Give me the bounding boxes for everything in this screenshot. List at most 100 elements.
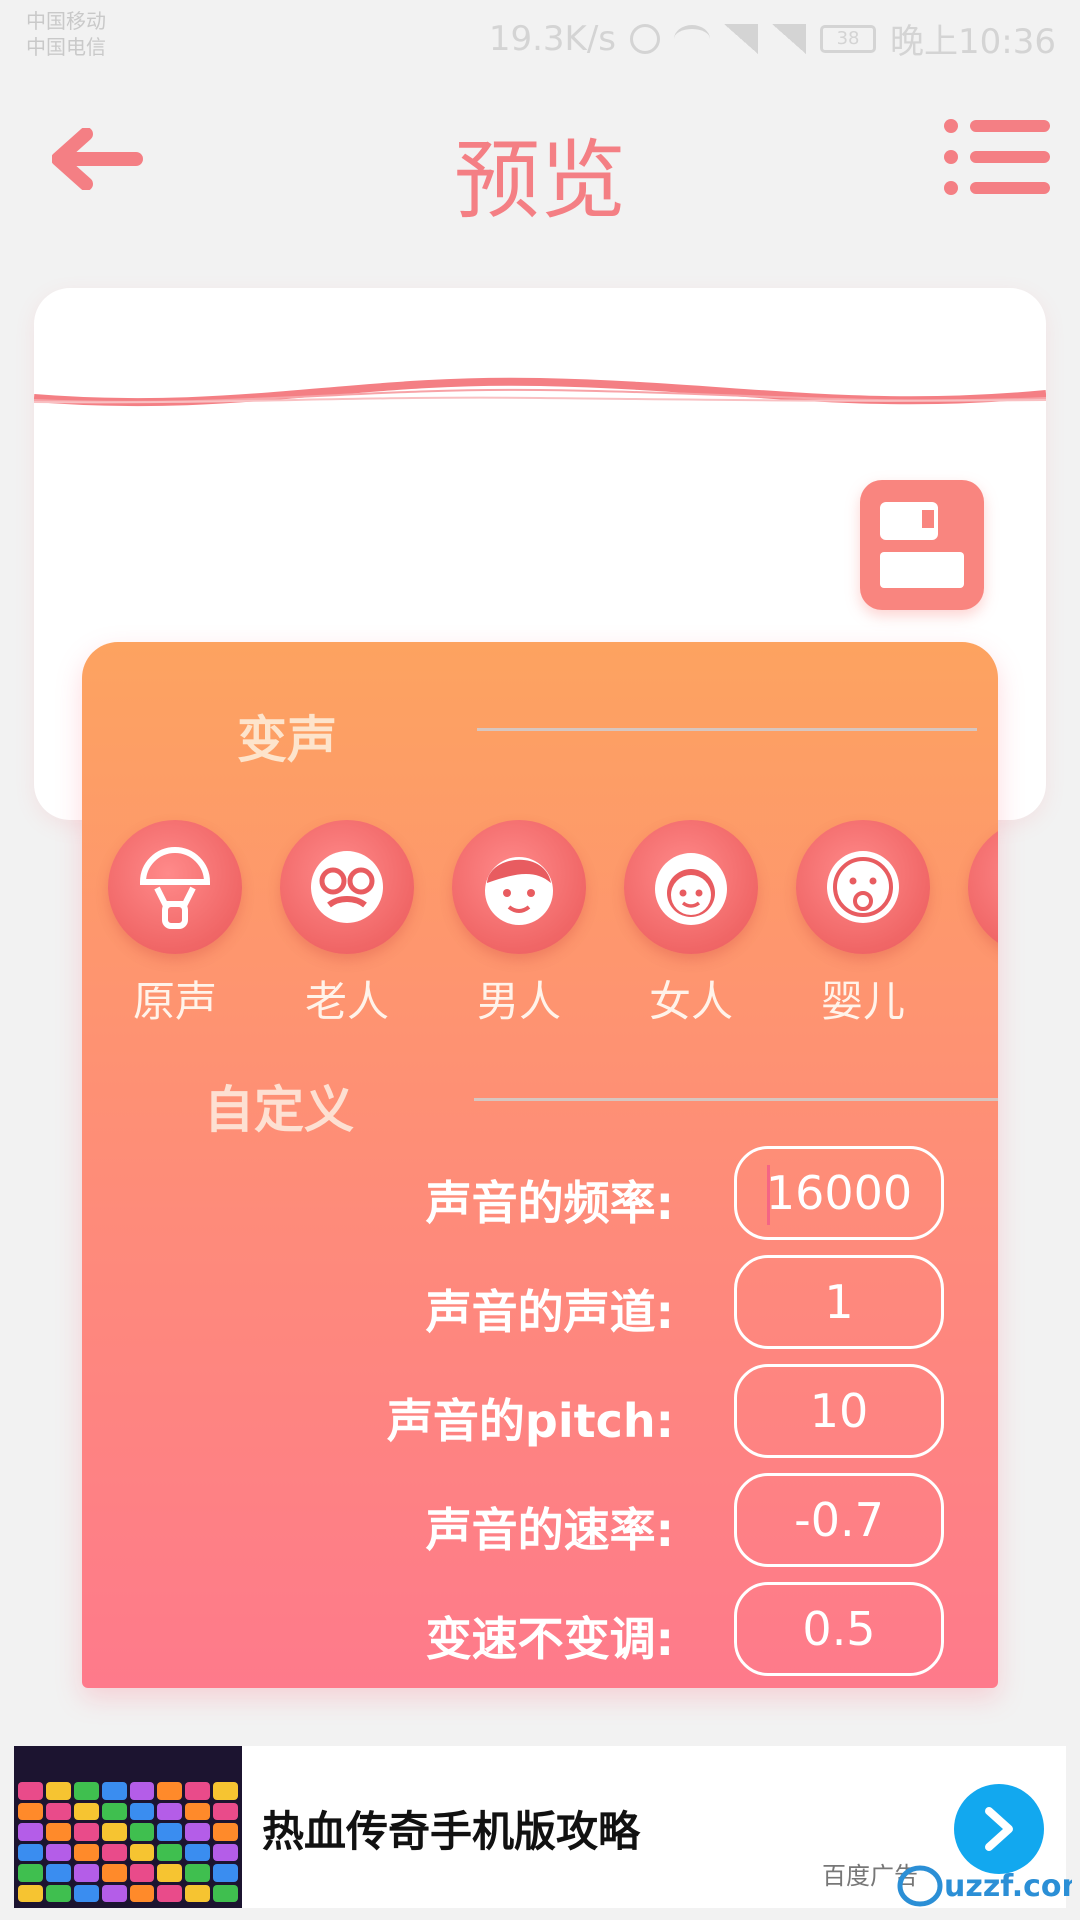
signal-icon-2 [772, 23, 807, 54]
svg-text:uzzf.com: uzzf.com [944, 1869, 1072, 1904]
ad-tile [129, 1884, 155, 1902]
ad-tile [129, 1782, 155, 1800]
ad-tile [18, 1884, 43, 1902]
battery-icon: 38 [820, 24, 877, 53]
man-icon [485, 857, 553, 925]
clock: 晚上10:36 [890, 22, 1056, 62]
ad-tile [45, 1802, 71, 1820]
pitch-value: 10 [809, 1384, 869, 1438]
voice-option-original[interactable]: 原声 [108, 820, 242, 1029]
page-title: 预览 [454, 131, 626, 231]
rate-input[interactable]: -0.7 [734, 1473, 944, 1567]
ad-tile [213, 1843, 238, 1861]
param-label-tempo: 变速不变调: [425, 1612, 674, 1666]
voice-label: 男人 [476, 977, 561, 1026]
text-caret [767, 1165, 770, 1225]
ad-tile [185, 1802, 211, 1820]
ad-tile [213, 1802, 238, 1820]
param-label-pitch: 声音的pitch: [386, 1394, 674, 1448]
voice-option-baby[interactable]: 婴儿 [796, 820, 930, 1029]
frequency-input[interactable]: 16000 [734, 1146, 944, 1240]
ad-tile [18, 1802, 43, 1820]
frequency-value: 16000 [765, 1166, 913, 1220]
voice-label: 原声 [132, 977, 217, 1026]
ad-tile [45, 1884, 71, 1902]
ad-tile [185, 1823, 211, 1841]
woman-icon [655, 853, 727, 925]
param-label-channel: 声音的声道: [425, 1285, 674, 1339]
voice-divider [477, 728, 977, 731]
ad-tile [101, 1864, 127, 1882]
ad-tile [101, 1782, 127, 1800]
ad-tile [129, 1843, 155, 1861]
custom-title: 自定义 [204, 1081, 354, 1139]
ad-tile [185, 1864, 211, 1882]
network-speed: 19.3K/s [488, 18, 617, 59]
ad-tile [45, 1823, 71, 1841]
ad-tile [213, 1823, 238, 1841]
baby-icon [827, 851, 899, 923]
ad-tile [45, 1782, 71, 1800]
ad-tile [185, 1843, 211, 1861]
param-label-rate: 声音的速率: [425, 1503, 674, 1557]
ad-tile [73, 1782, 99, 1800]
voice-change-title: 变声 [237, 711, 337, 769]
tempo-input[interactable]: 0.5 [734, 1582, 944, 1676]
microphone-icon [139, 847, 211, 929]
ad-tile [101, 1823, 127, 1841]
status-bar: 中国移动 中国电信 19.3K/s 38 晚上10:36 [0, 0, 1080, 70]
ad-tile [157, 1884, 183, 1902]
ad-tile [129, 1823, 155, 1841]
ad-tile [18, 1782, 43, 1800]
ad-tile [18, 1864, 43, 1882]
ad-tile [101, 1802, 127, 1820]
voice-settings-panel: 变声 原声 老人 男人 女人 婴儿 自定义 声音的频率: 16000 声音的声道… [82, 642, 998, 1688]
ad-tile [213, 1884, 238, 1902]
param-label-frequency: 声音的频率: [425, 1176, 674, 1230]
ad-tile [18, 1823, 43, 1841]
carrier-1: 中国移动 [26, 9, 106, 33]
rate-value: -0.7 [794, 1493, 884, 1547]
ad-tile [101, 1843, 127, 1861]
voice-label: 婴儿 [820, 977, 905, 1026]
ad-tile [45, 1843, 71, 1861]
status-indicators: 19.3K/s 38 晚上10:36 [489, 14, 1056, 63]
ad-tile [185, 1884, 211, 1902]
ad-tile [73, 1823, 99, 1841]
signal-icon [724, 23, 759, 54]
ad-tile [129, 1864, 155, 1882]
ad-tile [185, 1782, 211, 1800]
voice-label: 女人 [648, 977, 733, 1026]
ad-tile [18, 1843, 43, 1861]
pitch-input[interactable]: 10 [734, 1364, 944, 1458]
ad-tile [157, 1864, 183, 1882]
ad-tile [213, 1782, 238, 1800]
save-button[interactable] [860, 480, 984, 610]
ad-tile [157, 1802, 183, 1820]
ad-title: 热血传奇手机版攻略 [262, 1807, 641, 1856]
menu-button[interactable] [944, 118, 1052, 196]
voice-option-woman[interactable]: 女人 [624, 820, 758, 1029]
carrier-info: 中国移动 中国电信 [26, 8, 106, 60]
voice-option-man[interactable]: 男人 [452, 820, 586, 1029]
carrier-2: 中国电信 [26, 35, 106, 59]
ad-tile [73, 1884, 99, 1902]
watermark-logo: uzzf.com [897, 1865, 1072, 1907]
ad-tile [157, 1823, 183, 1841]
voice-option-more[interactable] [968, 820, 998, 954]
ad-tile [73, 1843, 99, 1861]
ad-image [14, 1746, 242, 1908]
old-man-icon [311, 851, 383, 923]
ad-tile [45, 1864, 71, 1882]
ad-tile [101, 1884, 127, 1902]
ad-tile [157, 1782, 183, 1800]
voice-label: 老人 [304, 977, 389, 1026]
wifi-icon [674, 24, 711, 53]
chevron-right-icon [985, 1807, 1013, 1851]
voice-option-old-man[interactable]: 老人 [280, 820, 414, 1029]
channel-input[interactable]: 1 [734, 1255, 944, 1349]
ad-tile [129, 1802, 155, 1820]
alarm-icon [630, 23, 661, 54]
ad-tile [73, 1864, 99, 1882]
ad-tile [213, 1864, 238, 1882]
